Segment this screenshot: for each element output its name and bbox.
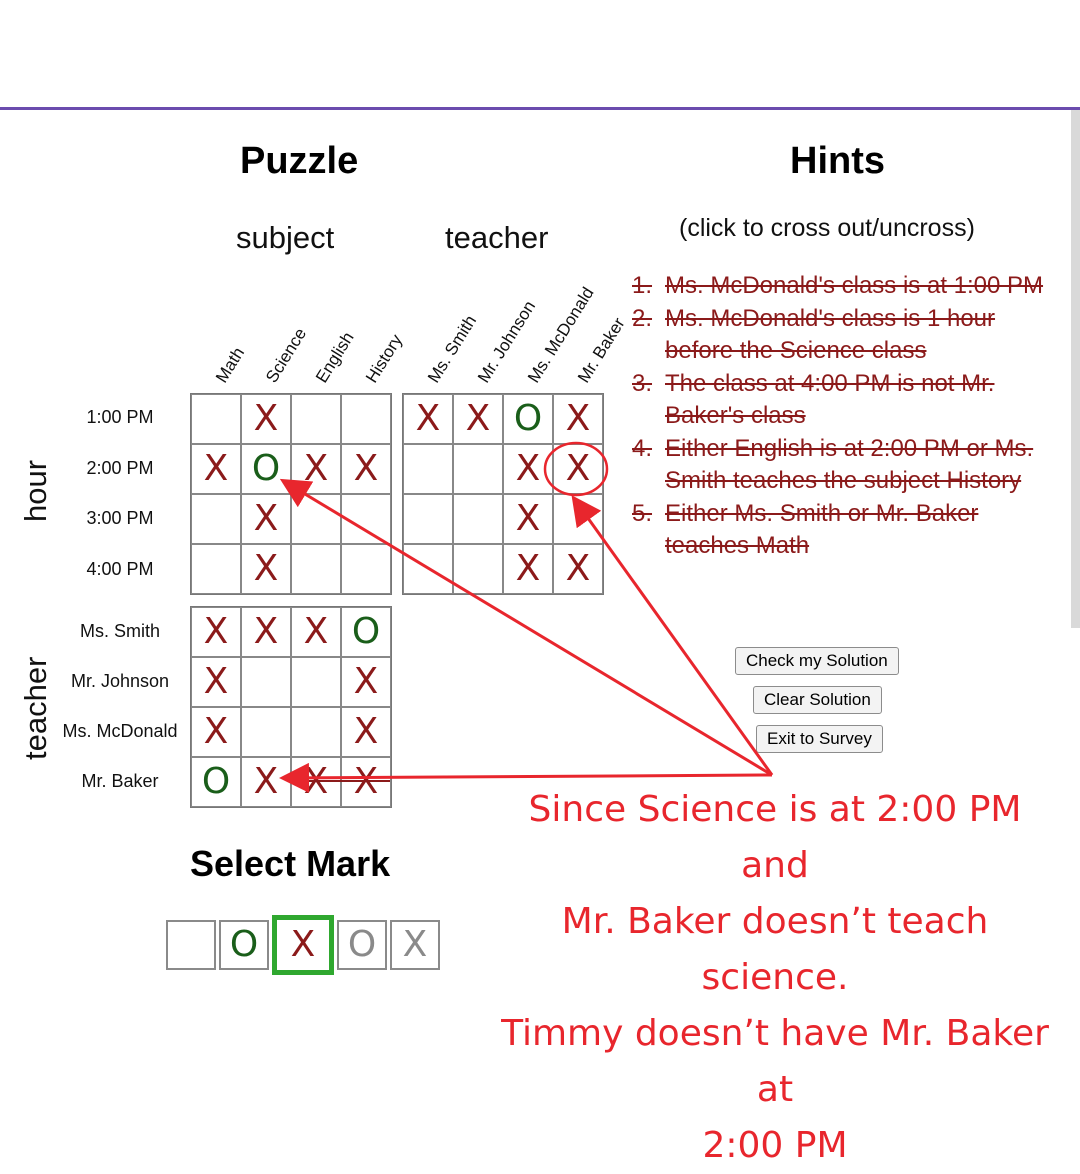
arrow-to-baker-2pm-cell [571, 495, 774, 776]
annotation-line-1: Since Science is at 2:00 PM and [528, 789, 1022, 886]
annotation-line-3: Timmy doesn’t have Mr. Baker at [501, 1013, 1049, 1110]
annotation-text: Since Science is at 2:00 PM and Mr. Bake… [490, 782, 1060, 1174]
annotation-line-2: Mr. Baker doesn’t teach science. [561, 901, 989, 998]
annotation-line-4: 2:00 PM [702, 1125, 848, 1166]
arrow-to-baker-science-cell [279, 762, 773, 793]
arrow-to-science-cell [279, 478, 773, 777]
highlight-circle [543, 441, 609, 497]
